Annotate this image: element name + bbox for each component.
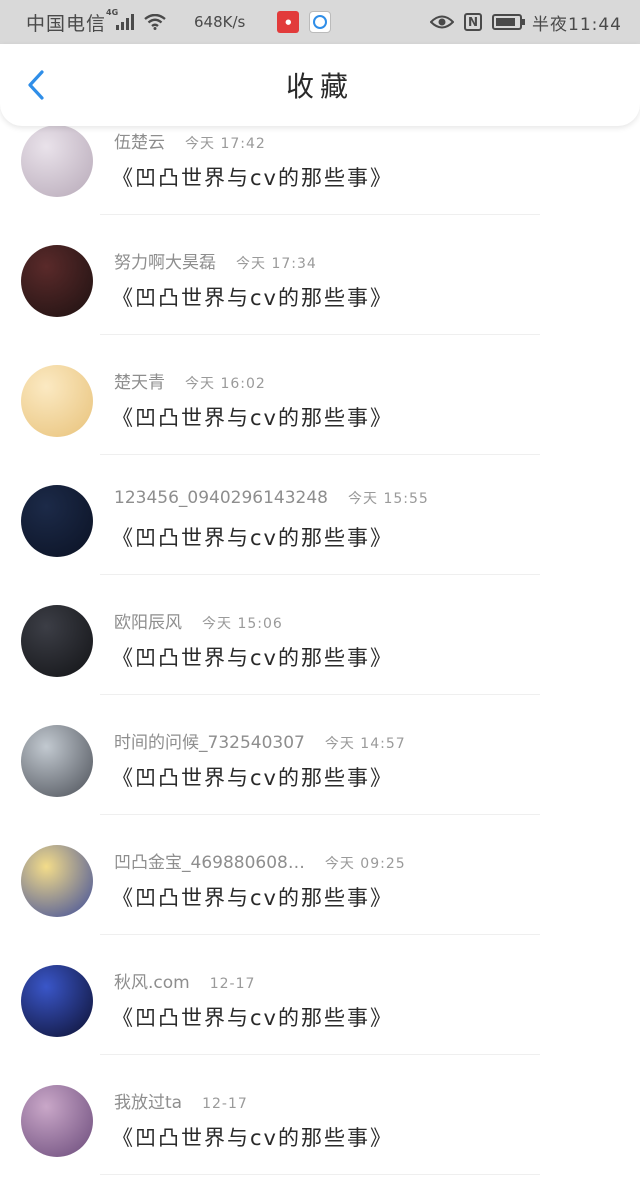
user-name[interactable]: 凹凸金宝_469880608… xyxy=(114,848,305,873)
divider xyxy=(100,574,540,575)
signal-icon: 4G xyxy=(106,8,135,30)
work-title[interactable]: 《凹凸世界与cv的那些事》 xyxy=(112,762,393,792)
item-meta: 123456_0940296143248 今天 15:55 xyxy=(114,488,429,508)
status-bar: 中国电信 4G 648K/s ● N 半夜11:44 xyxy=(0,0,640,44)
user-name[interactable]: 努力啊大昊磊 xyxy=(114,248,216,273)
page-title: 收藏 xyxy=(285,70,354,103)
user-name[interactable]: 伍楚云 xyxy=(114,128,165,153)
list-item[interactable]: 123456_0940296143248 今天 15:55 《凹凸世界与cv的那些事… xyxy=(0,474,640,594)
item-meta: 凹凸金宝_469880608… 今天 09:25 xyxy=(114,848,406,873)
timestamp: 今天 16:02 xyxy=(185,376,266,392)
timestamp: 12-17 xyxy=(209,976,256,992)
avatar[interactable] xyxy=(21,845,93,917)
avatar[interactable] xyxy=(21,725,93,797)
avatar[interactable] xyxy=(21,125,93,197)
back-button[interactable] xyxy=(18,66,54,104)
timestamp: 12-17 xyxy=(202,1096,248,1112)
work-title[interactable]: 《凹凸世界与cv的那些事》 xyxy=(112,642,393,672)
timestamp: 今天 15:55 xyxy=(348,491,429,507)
avatar[interactable] xyxy=(21,365,93,437)
list-item[interactable]: 欧阳辰风 今天 15:06 《凹凸世界与cv的那些事》 xyxy=(0,594,640,714)
list-item[interactable]: 我放过ta 12-17 《凹凸世界与cv的那些事》 xyxy=(0,1074,640,1194)
timestamp: 今天 09:25 xyxy=(324,856,406,872)
timestamp: 今天 17:42 xyxy=(185,136,266,152)
item-meta: 欧阳辰风 今天 15:06 xyxy=(114,608,283,633)
list-item[interactable]: 努力啊大昊磊 今天 17:34 《凹凸世界与cv的那些事》 xyxy=(0,234,640,354)
user-name[interactable]: 我放过ta xyxy=(114,1088,182,1113)
app-notification-icon: ● xyxy=(277,11,300,33)
avatar[interactable] xyxy=(21,605,93,677)
divider xyxy=(100,334,540,335)
network-speed: 648K/s xyxy=(194,13,246,31)
work-title[interactable]: 《凹凸世界与cv的那些事》 xyxy=(112,162,393,192)
work-title[interactable]: 《凹凸世界与cv的那些事》 xyxy=(112,402,393,432)
work-title[interactable]: 《凹凸世界与cv的那些事》 xyxy=(112,882,393,912)
divider xyxy=(100,694,540,695)
status-time: 半夜11:44 xyxy=(532,14,622,35)
work-title[interactable]: 《凹凸世界与cv的那些事》 xyxy=(112,282,393,312)
user-name[interactable]: 秋风.com xyxy=(114,968,190,993)
list-item[interactable]: 伍楚云 今天 17:42 《凹凸世界与cv的那些事》 xyxy=(0,114,640,234)
list-item[interactable]: 时间的问候_732540307 今天 14:57 《凹凸世界与cv的那些事》 xyxy=(0,714,640,834)
item-meta: 楚天青 今天 16:02 xyxy=(114,368,266,393)
work-title[interactable]: 《凹凸世界与cv的那些事》 xyxy=(112,1002,393,1032)
item-meta: 秋风.com 12-17 xyxy=(114,968,255,993)
list-item[interactable]: 秋风.com 12-17 《凹凸世界与cv的那些事》 xyxy=(0,954,640,1074)
carrier-label: 中国电信 xyxy=(26,12,107,35)
nfc-icon: N xyxy=(464,13,482,31)
avatar[interactable] xyxy=(21,245,93,317)
work-title[interactable]: 《凹凸世界与cv的那些事》 xyxy=(112,522,393,552)
avatar[interactable] xyxy=(21,485,93,557)
divider xyxy=(100,1054,540,1055)
avatar[interactable] xyxy=(21,1085,93,1157)
top-navigation-bar: 收藏 xyxy=(0,44,640,126)
timestamp: 今天 14:57 xyxy=(324,736,406,752)
divider xyxy=(100,1174,540,1175)
favorites-list: 伍楚云 今天 17:42 《凹凸世界与cv的那些事》 努力啊大昊磊 今天 17:34 《凹… xyxy=(0,114,640,1194)
list-item[interactable]: 楚天青 今天 16:02 《凹凸世界与cv的那些事》 xyxy=(0,354,640,474)
battery-icon xyxy=(492,14,525,30)
timestamp: 今天 15:06 xyxy=(202,616,283,632)
user-name[interactable]: 楚天青 xyxy=(114,368,165,393)
item-meta: 伍楚云 今天 17:42 xyxy=(114,128,266,153)
divider xyxy=(100,214,540,215)
avatar[interactable] xyxy=(21,965,93,1037)
divider xyxy=(100,934,540,935)
item-meta: 我放过ta 12-17 xyxy=(114,1088,248,1113)
divider xyxy=(100,814,540,815)
item-meta: 努力啊大昊磊 今天 17:34 xyxy=(114,248,317,273)
user-name[interactable]: 123456_0940296143248 xyxy=(114,488,328,508)
divider xyxy=(100,454,540,455)
list-item[interactable]: 凹凸金宝_469880608… 今天 09:25 《凹凸世界与cv的那些事》 xyxy=(0,834,640,954)
chevron-left-icon xyxy=(28,70,44,100)
network-type-label: 4G xyxy=(106,8,119,17)
eye-icon xyxy=(430,15,454,29)
wifi-icon xyxy=(144,14,166,30)
user-name[interactable]: 时间的问候_732540307 xyxy=(114,728,305,753)
item-meta: 时间的问候_732540307 今天 14:57 xyxy=(114,728,406,753)
work-title[interactable]: 《凹凸世界与cv的那些事》 xyxy=(112,1122,393,1152)
user-name[interactable]: 欧阳辰风 xyxy=(114,608,182,633)
app-circle-icon xyxy=(309,11,332,33)
timestamp: 今天 17:34 xyxy=(236,256,317,272)
